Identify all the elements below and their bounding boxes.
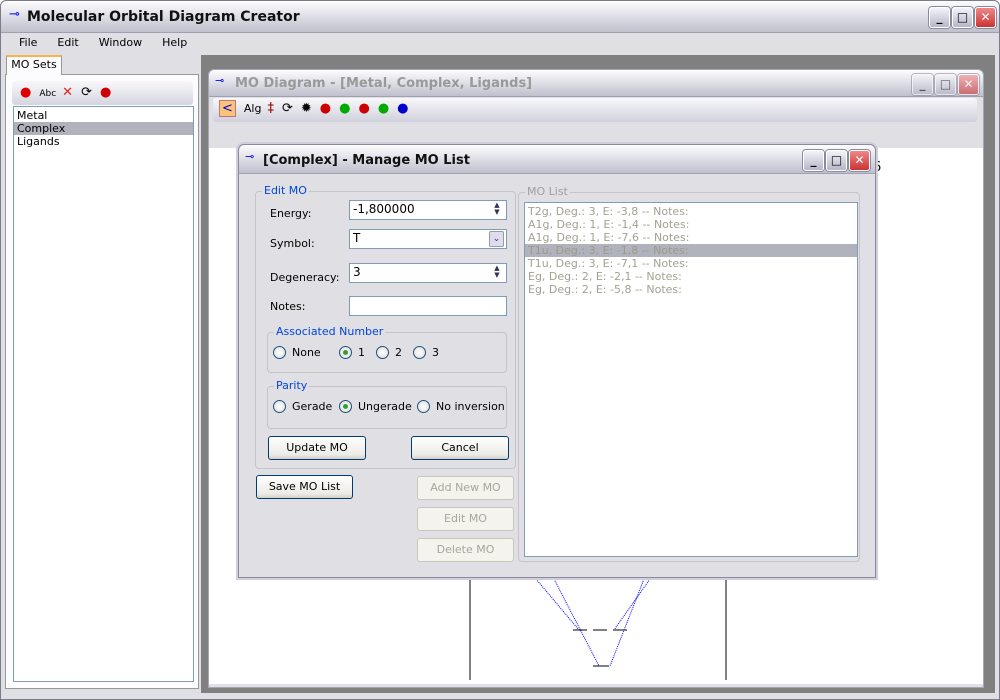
orbital-connector — [609, 578, 645, 667]
dialog-title-bar: ⊸ [Complex] - Manage MO List _ □ ✕ — [239, 145, 875, 174]
associated-number-legend: Associated Number — [274, 325, 386, 338]
diagram-toolbar: < Alg ‡ ⟳ ✹ ● ● ● ● ● — [213, 98, 977, 122]
settings-icon[interactable]: ✹ — [301, 101, 312, 116]
diagram-icon: ⊸ — [215, 74, 225, 87]
menu-edit[interactable]: Edit — [57, 36, 78, 49]
symbol-value: T — [353, 231, 361, 245]
mo-list-legend: MO List — [525, 185, 570, 198]
parity-legend: Parity — [274, 379, 310, 392]
energy-spinner[interactable]: ▲ ▼ — [490, 202, 504, 218]
edit-mo-button[interactable]: Edit MO — [417, 507, 514, 531]
add-set-icon[interactable]: ● — [20, 85, 31, 100]
parity-radio-ungerade[interactable]: Ungerade — [339, 400, 412, 413]
dialog-title: [Complex] - Manage MO List — [263, 153, 470, 168]
notes-input[interactable] — [349, 296, 507, 316]
list-item[interactable]: A1g, Deg.: 1, E: -1,4 -- Notes: — [525, 218, 857, 231]
assoc-radio-none[interactable]: None — [273, 346, 321, 359]
set-refresh-icon[interactable]: ● — [100, 85, 111, 100]
app-icon: ⊸ — [9, 7, 20, 22]
save-mo-list-button[interactable]: Save MO List — [256, 475, 353, 499]
menu-bar: File Edit Window Help — [19, 36, 207, 49]
manage-mo-dialog: ⊸ [Complex] - Manage MO List _ □ ✕ Edit … — [238, 144, 876, 578]
orbital-connector — [613, 578, 651, 631]
list-item[interactable]: Eg, Deg.: 2, E: -5,8 -- Notes: — [525, 283, 857, 296]
chevron-down-icon[interactable]: ⌄ — [489, 231, 504, 247]
diagram-title: MO Diagram - [Metal, Complex, Ligands] — [235, 76, 533, 91]
rename-button[interactable]: Abc — [39, 89, 56, 99]
dialog-close-button[interactable]: ✕ — [849, 150, 870, 171]
add-new-mo-button[interactable]: Add New MO — [417, 476, 514, 500]
notes-label: Notes: — [270, 300, 306, 313]
refresh-icon[interactable]: ⟳ — [282, 101, 293, 116]
menu-help[interactable]: Help — [162, 36, 187, 49]
degeneracy-label: Degeneracy: — [270, 271, 340, 284]
diagram-close-button[interactable]: ✕ — [958, 74, 979, 95]
energy-value: -1,800000 — [353, 202, 415, 216]
delete-icon[interactable]: ✕ — [62, 85, 73, 100]
parity-radio-gerade[interactable]: Gerade — [273, 400, 332, 413]
list-item[interactable]: Ligands — [14, 135, 193, 148]
app-title: Molecular Orbital Diagram Creator — [27, 9, 300, 25]
sets-toolbar: ● Abc ✕ ⟳ ● — [12, 81, 193, 105]
main-window: ⊸ Molecular Orbital Diagram Creator _ □ … — [0, 0, 1000, 700]
edit-mo-legend: Edit MO — [262, 184, 309, 197]
color-levels-icon[interactable]: ● — [358, 101, 369, 116]
list-item[interactable]: A1g, Deg.: 1, E: -7,6 -- Notes: — [525, 231, 857, 244]
diagram-title-bar: ⊸ MO Diagram - [Metal, Complex, Ligands]… — [209, 70, 983, 97]
degeneracy-spinner[interactable]: ▲ ▼ — [490, 265, 504, 281]
color-text-icon[interactable]: ● — [378, 101, 389, 116]
color-labels-icon[interactable]: ● — [339, 101, 350, 116]
list-item[interactable]: Eg, Deg.: 2, E: -2,1 -- Notes: — [525, 270, 857, 283]
diagram-minimize-button[interactable]: _ — [912, 74, 933, 95]
dialog-maximize-button[interactable]: □ — [826, 150, 847, 171]
sets-list: Metal Complex Ligands — [13, 106, 194, 682]
list-item[interactable]: T1u, Deg.: 3, E: -7,1 -- Notes: — [525, 257, 857, 270]
symbol-select[interactable]: T ⌄ — [349, 229, 507, 249]
minimize-button[interactable]: _ — [929, 7, 950, 28]
parity-radio-no-inversion[interactable]: No inversion — [417, 400, 505, 413]
title-bar: ⊸ Molecular Orbital Diagram Creator _ □ … — [1, 1, 999, 33]
left-panel: ● Abc ✕ ⟳ ● Metal Complex Ligands — [5, 74, 199, 689]
energy-label: Energy: — [270, 207, 312, 220]
list-item-selected[interactable]: T1u, Deg.: 3, E: -1,8 -- Notes: — [525, 244, 857, 257]
delete-mo-button[interactable]: Delete MO — [417, 538, 514, 562]
assoc-radio-2[interactable]: 2 — [376, 346, 402, 359]
line-tool-icon[interactable]: < — [219, 100, 236, 117]
update-mo-button[interactable]: Update MO — [268, 436, 366, 460]
close-button[interactable]: ✕ — [975, 7, 996, 28]
menu-window[interactable]: Window — [99, 36, 142, 49]
diagram-maximize-button[interactable]: □ — [935, 74, 956, 95]
label-tool-button[interactable]: Alg — [244, 102, 262, 115]
color-lines-icon[interactable]: ● — [320, 101, 331, 116]
assoc-radio-1[interactable]: 1 — [339, 346, 365, 359]
degeneracy-input[interactable]: 3 ▲ ▼ — [349, 263, 507, 283]
tab-mo-sets[interactable]: MO Sets — [6, 55, 62, 75]
list-item[interactable]: Metal — [14, 109, 193, 122]
maximize-button[interactable]: □ — [952, 7, 973, 28]
dialog-icon: ⊸ — [245, 150, 255, 163]
energy-input[interactable]: -1,800000 ▲ ▼ — [349, 200, 507, 220]
orbital-connector — [553, 578, 600, 667]
degeneracy-value: 3 — [353, 265, 361, 279]
menu-file[interactable]: File — [19, 36, 37, 49]
refresh-icon[interactable]: ⟳ — [81, 85, 92, 100]
list-item-selected[interactable]: Complex — [14, 122, 193, 135]
mo-listbox[interactable]: T2g, Deg.: 3, E: -3,8 -- Notes: A1g, Deg… — [524, 202, 858, 557]
list-item[interactable]: T2g, Deg.: 3, E: -3,8 -- Notes: — [525, 205, 857, 218]
level-tool-icon[interactable]: ‡ — [267, 101, 274, 116]
color-all-icon[interactable]: ● — [397, 101, 408, 116]
assoc-radio-3[interactable]: 3 — [413, 346, 439, 359]
symbol-label: Symbol: — [270, 237, 315, 250]
dialog-minimize-button[interactable]: _ — [803, 150, 824, 171]
cancel-button[interactable]: Cancel — [411, 436, 509, 460]
